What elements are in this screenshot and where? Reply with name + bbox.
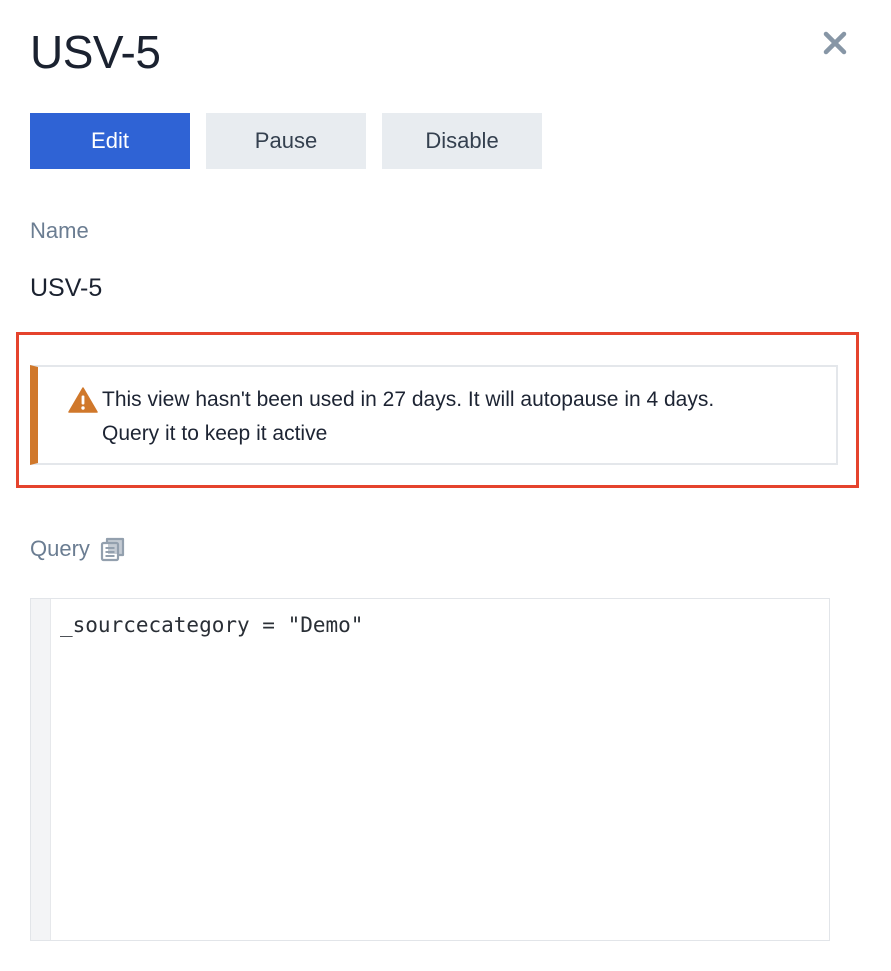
copy-icon[interactable] <box>100 536 126 562</box>
edit-button[interactable]: Edit <box>30 113 190 169</box>
name-value: USV-5 <box>30 274 103 302</box>
disable-button[interactable]: Disable <box>382 113 542 169</box>
autopause-warning: This view hasn't been used in 27 days. I… <box>30 365 838 465</box>
warning-message: This view hasn't been used in 27 days. I… <box>102 388 715 445</box>
editor-gutter <box>31 599 51 940</box>
pause-button[interactable]: Pause <box>206 113 366 169</box>
warning-triangle-icon <box>68 387 98 413</box>
page-title: USV-5 <box>30 26 161 78</box>
query-code[interactable]: _sourcecategory = "Demo" <box>60 613 363 637</box>
name-label: Name <box>30 218 89 243</box>
close-icon[interactable] <box>822 30 848 56</box>
query-editor[interactable]: _sourcecategory = "Demo" <box>30 598 830 941</box>
action-toolbar: Edit Pause Disable <box>30 113 542 169</box>
query-header: Query <box>30 536 126 562</box>
query-label: Query <box>30 536 90 561</box>
